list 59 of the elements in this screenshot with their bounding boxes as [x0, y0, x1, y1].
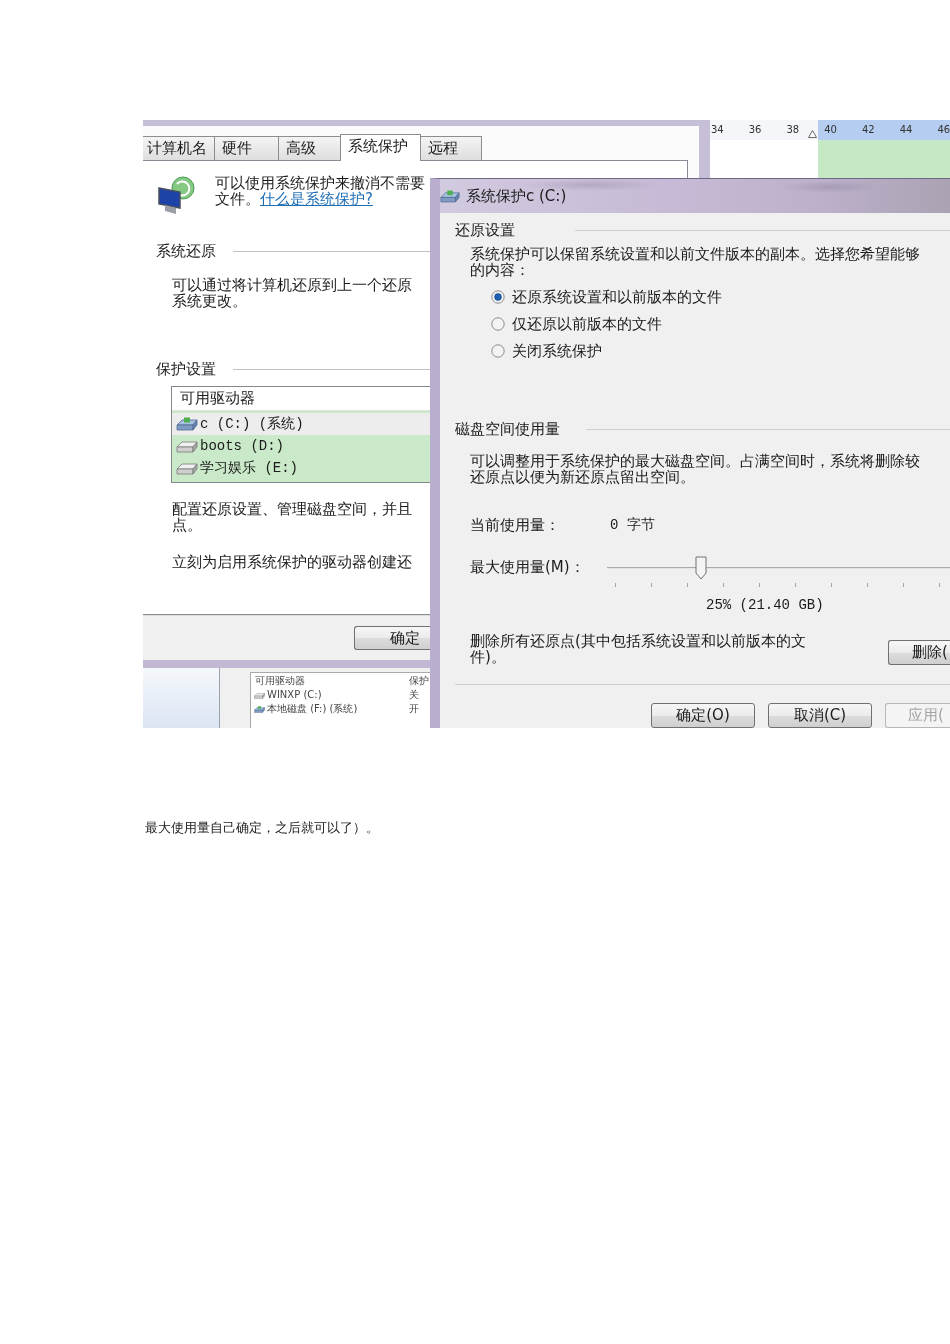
field-label: 最大使用量(M)： — [470, 557, 586, 578]
drive-item[interactable]: 学习娱乐 (E:) — [172, 457, 431, 479]
monitor-icon — [156, 175, 196, 215]
window-title: 系统保护c (C:) — [466, 186, 567, 206]
column-header: 保护 — [409, 675, 430, 687]
intro-text: 可以使用系统保护来撤消不需要 文件。什么是系统保护? — [215, 175, 425, 210]
ok-button[interactable]: 确定 — [354, 626, 430, 650]
slider-thumb[interactable] — [695, 556, 707, 580]
configure-text: 配置还原设置、管理磁盘空间，并且 点。 — [172, 501, 412, 533]
section-heading: 保护设置 — [156, 361, 216, 377]
help-link[interactable]: 什么是系统保护? — [260, 190, 373, 208]
radio-label[interactable]: 仅还原以前版本的文件 — [512, 314, 662, 334]
description-text: 可以调整用于系统保护的最大磁盘空间。占满空间时，系统将删除较 还原点以便为新还原点留出空间。 — [470, 453, 920, 485]
dialog-button[interactable]: 确定(O) — [651, 703, 755, 728]
table-cell-text: 本地磁盘 (F:) (系统) — [267, 703, 359, 715]
radio-button[interactable] — [491, 344, 505, 358]
section-heading: 系统还原 — [156, 243, 216, 259]
ruler-number: 34 — [711, 124, 724, 136]
caption-text: 最大使用量自己确定，之后就可以了）。 — [145, 820, 379, 836]
usage-value: 25% (21.40 GB) — [706, 597, 824, 613]
tab[interactable]: 计算机名 — [143, 136, 215, 160]
drive-icon — [176, 439, 198, 453]
drive-icon — [440, 189, 460, 203]
tab[interactable]: 高级 — [278, 136, 341, 160]
radio-button[interactable] — [491, 317, 505, 331]
delete-text: 删除所有还原点(其中包括系统设置和以前版本的文 件)。 — [470, 633, 806, 665]
indent-marker-icon[interactable] — [808, 130, 817, 138]
ruler-number: 44 — [899, 124, 913, 136]
tab[interactable]: 硬件 — [214, 136, 279, 160]
radio-label[interactable]: 还原系统设置和以前版本的文件 — [512, 287, 722, 307]
drive-item[interactable]: boots (D:) — [172, 435, 431, 457]
field-label: 当前使用量： — [470, 517, 561, 533]
section-heading: 还原设置 — [455, 222, 515, 238]
create-text: 立刻为启用系统保护的驱动器创建还 — [172, 554, 412, 570]
drive-icon — [176, 417, 198, 431]
usage-value: 0 字节 — [610, 517, 655, 533]
ruler-number: 42 — [861, 124, 875, 136]
ruler-number: 36 — [748, 124, 762, 136]
drive-item[interactable]: c (C:) (系统) — [172, 413, 431, 435]
radio-button[interactable] — [491, 290, 505, 304]
dialog-button[interactable]: 取消(C) — [768, 703, 872, 728]
column-header: 可用驱动器 — [255, 675, 306, 687]
table-cell-text: 关 — [409, 689, 420, 701]
table-cell-text: WINXP (C:) — [267, 689, 323, 701]
drive-icon — [176, 461, 198, 475]
max-usage-slider[interactable] — [607, 556, 950, 588]
restore-text: 可以通过将计算机还原到上一个还原 系统更改。 — [172, 277, 412, 309]
tab[interactable]: 系统保护 — [340, 134, 421, 161]
radio-label[interactable]: 关闭系统保护 — [512, 341, 602, 361]
tab[interactable]: 远程 — [420, 136, 482, 160]
table-cell-text: 开 — [409, 703, 420, 715]
drive-icon — [254, 705, 265, 713]
delete-button[interactable]: 删除( — [888, 640, 950, 665]
description-text: 系统保护可以保留系统设置和以前文件版本的副本。选择您希望能够 的内容： — [470, 246, 920, 278]
drive-icon — [254, 691, 265, 699]
section-heading: 磁盘空间使用量 — [455, 421, 560, 437]
ruler-number: 40 — [824, 124, 837, 136]
ruler-number: 38 — [786, 124, 800, 136]
ruler-number: 46 — [937, 124, 950, 136]
